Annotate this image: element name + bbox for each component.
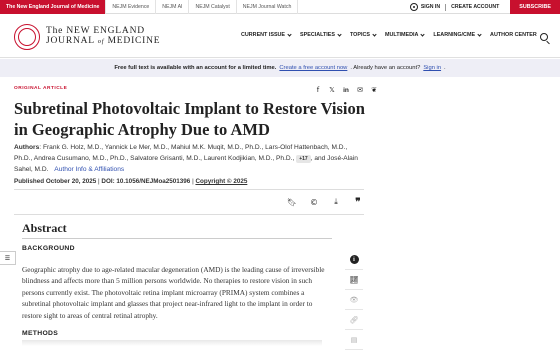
nav-label: TOPICS [349,32,370,38]
logo-medicine: MEDICINE [107,36,161,46]
author-affiliations-link[interactable]: Author Info & Affiliations [54,166,124,173]
tab-nejm-evidence[interactable]: NEJM Evidence [106,0,157,14]
tab-nejm[interactable]: The New England Journal of Medicine [0,0,107,14]
nav-label: CURRENT ISSUE [241,32,286,38]
copyright-link[interactable]: Copyright © 2025 [195,178,247,185]
network-bar: The New England Journal of Medicine NEJM… [0,0,560,14]
author-list: Authors: Frank G. Holz, M.D., Yannick Le… [14,142,359,175]
logo-of: of [97,38,105,45]
methods-heading: METHODS [22,330,59,337]
chevron-down-icon [372,31,377,37]
info-button[interactable]: i [345,250,363,270]
nav-label: SPECIALTIES [300,32,335,38]
document-icon[interactable]: ▤ [345,330,363,350]
search-icon[interactable] [540,33,548,41]
bluesky-icon[interactable]: ❦ [369,86,379,94]
nav-label: LEARNING/CME [433,32,476,38]
divider [14,214,364,215]
authors-label: Authors [14,144,40,151]
account-links: SIGN IN CREATE ACCOUNT SUBSCRIBE [405,0,560,14]
cite-icon[interactable]: © [308,197,320,207]
table-of-contents-toggle[interactable]: ☰ [0,251,16,265]
view-icon[interactable]: 👁︎ [345,290,363,310]
banner-sign-in-link[interactable]: Sign in [423,65,441,71]
chevron-down-icon [477,31,482,37]
published-date: Published October 20, 2025 [14,178,97,185]
publication-info: Published October 20, 2025 | DOI: 10.105… [14,178,247,185]
faded-text [22,340,322,346]
more-authors-button[interactable]: +17 [296,155,311,163]
masthead: The NEW ENGLAND JOURNAL of MEDICINE CURR… [0,14,560,58]
tab-nejm-catalyst[interactable]: NEJM Catalyst [189,0,237,14]
nav-label: AUTHOR CENTER [490,32,537,38]
user-icon [409,3,418,11]
banner-middle-text: . Already have an account? [350,65,421,71]
journal-logo[interactable]: The NEW ENGLAND JOURNAL of MEDICINE [46,26,160,47]
email-icon[interactable]: ✉ [355,86,365,94]
nejm-seal-logo[interactable] [14,24,40,50]
article-type: ORIGINAL ARTICLE [14,86,68,91]
doi[interactable]: DOI: 10.1056/NEJMoa2501396 [101,178,190,185]
sign-in-link[interactable]: SIGN IN [405,3,445,11]
main-nav: CURRENT ISSUE SPECIALTIES TOPICS MULTIME… [241,31,546,38]
bookmark-icon[interactable]: 🔖︎ [286,197,298,207]
download-icon[interactable]: ⤓ [330,197,342,207]
sign-in-label: SIGN IN [420,4,441,10]
chevron-down-icon [420,31,426,37]
logo-line-2: JOURNAL of MEDICINE [46,36,160,47]
side-rail: i 📈︎ 👁︎ 🔗︎ ▤ [345,250,363,350]
chevron-down-icon [287,31,292,37]
nav-label: MULTIMEDIA [384,32,419,38]
info-icon: i [349,255,359,264]
share-bar: f 𝕏 in ✉ ❦ [313,86,383,94]
seal-ring [18,28,36,46]
chevron-down-icon [337,31,342,37]
nav-multimedia[interactable]: MULTIMEDIA [384,31,426,38]
nav-author-center[interactable]: AUTHOR CENTER [490,32,537,38]
tab-nejm-ai[interactable]: NEJM AI [156,0,190,14]
divider [22,238,332,239]
logo-line-1: The NEW ENGLAND [46,26,145,36]
nav-specialties[interactable]: SPECIALTIES [300,31,342,38]
free-access-banner: Free full text is available with an acco… [0,59,560,77]
background-text: Geographic atrophy due to age-related ma… [22,265,325,320]
logo-journal: JOURNAL [46,36,95,46]
banner-bold-text: Free full text is available with an acco… [114,65,277,71]
metrics-icon[interactable]: 📈︎ [345,270,363,290]
article-title: Subretinal Photovoltaic Implant to Resto… [14,99,365,139]
nav-current-issue[interactable]: CURRENT ISSUE [241,31,292,38]
create-account-link[interactable]: CREATE ACCOUNT [446,4,504,10]
subscribe-button[interactable]: SUBSCRIBE [510,0,560,14]
quote-icon[interactable]: ❞ [352,197,364,208]
x-icon[interactable]: 𝕏 [327,86,337,94]
article-tools: 🔖︎ © ⤓ ❞ [286,197,374,208]
nav-topics[interactable]: TOPICS [349,31,377,38]
facebook-icon[interactable]: f [313,86,323,94]
create-free-account-link[interactable]: Create a free account now [279,65,347,71]
banner-end-text: . [444,65,446,71]
link-icon[interactable]: 🔗︎ [345,310,363,330]
abstract-heading: Abstract [22,221,67,235]
linkedin-icon[interactable]: in [341,86,351,94]
tab-nejm-journal-watch[interactable]: NEJM Journal Watch [237,0,299,14]
divider [14,189,364,190]
background-heading: BACKGROUND [22,245,75,252]
nav-learning-cme[interactable]: LEARNING/CME [433,31,482,38]
